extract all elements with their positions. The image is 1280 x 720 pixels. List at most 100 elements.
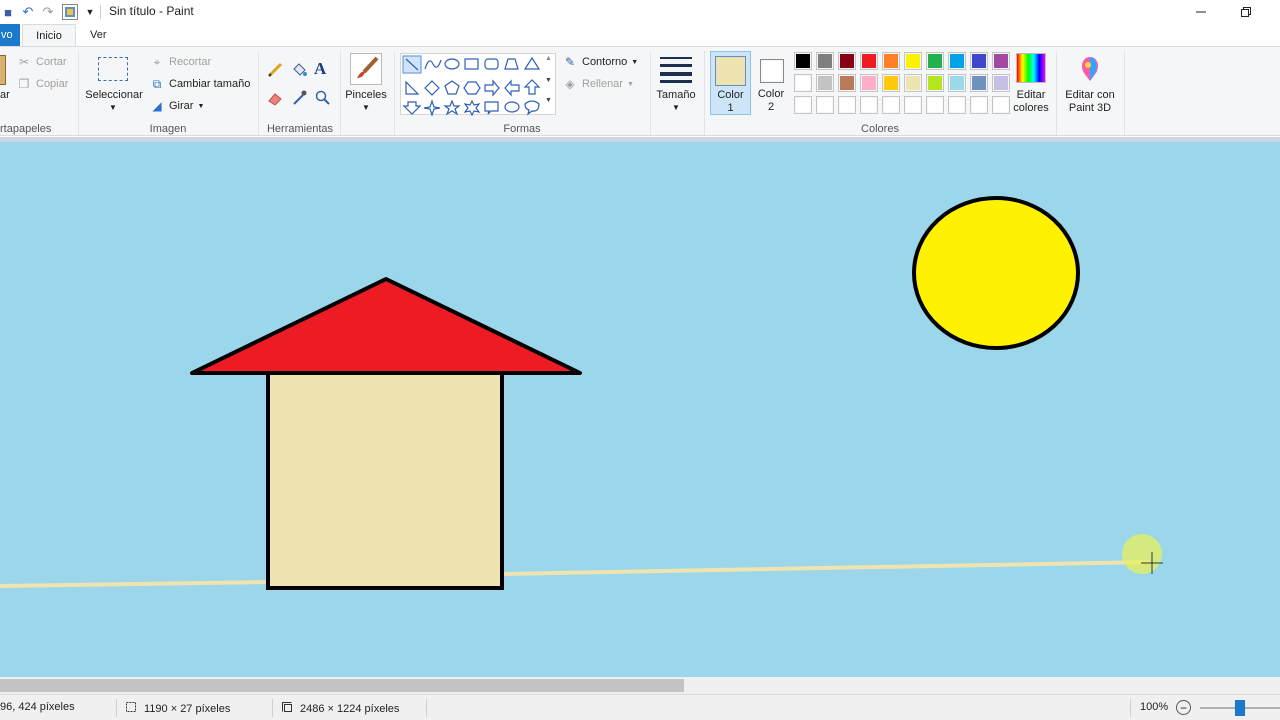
- palette-swatch[interactable]: [794, 74, 812, 92]
- palette-swatch[interactable]: [860, 74, 878, 92]
- scissors-icon: ✂: [18, 55, 30, 69]
- palette-swatch[interactable]: [882, 52, 900, 70]
- undo-icon[interactable]: ↶: [20, 4, 36, 20]
- horizontal-scrollbar[interactable]: [0, 677, 1280, 694]
- fill-bucket-icon[interactable]: [290, 61, 308, 82]
- paint3d-label-line2[interactable]: Paint 3D: [1060, 102, 1120, 115]
- magnifier-icon[interactable]: [314, 89, 332, 110]
- brushes-label[interactable]: Pinceles: [342, 89, 390, 102]
- palette-swatch[interactable]: [838, 74, 856, 92]
- status-bar: 96, 424 píxeles 1190 × 27 píxeles 2486 ×…: [0, 694, 1280, 720]
- edit-colors-label-line1[interactable]: Editar: [1006, 89, 1056, 102]
- palette-swatch[interactable]: [970, 96, 988, 114]
- edit-colors-label-line2[interactable]: colores: [1006, 102, 1056, 115]
- title-divider: [100, 5, 101, 19]
- color-picker-icon[interactable]: [290, 89, 308, 110]
- shapes-more-icon[interactable]: ▼: [545, 97, 552, 104]
- palette-swatch[interactable]: [816, 52, 834, 70]
- colors-group-label: Colores: [861, 123, 899, 135]
- copy-button[interactable]: ❐ Copiar: [16, 75, 69, 93]
- palette-swatch[interactable]: [838, 96, 856, 114]
- palette-swatch[interactable]: [838, 52, 856, 70]
- palette-swatch[interactable]: [948, 74, 966, 92]
- status-divider: [1130, 699, 1131, 717]
- resize-button[interactable]: ⧉ Cambiar tamaño: [149, 75, 251, 93]
- rotate-button[interactable]: ◢ Girar ▼: [149, 97, 204, 115]
- minimize-button[interactable]: [1186, 2, 1216, 22]
- paint3d-icon[interactable]: [1074, 53, 1106, 88]
- paste-label[interactable]: ar: [0, 89, 10, 102]
- text-tool-icon[interactable]: A: [314, 59, 326, 79]
- pencil-icon[interactable]: [266, 61, 284, 82]
- eraser-icon[interactable]: [266, 89, 284, 110]
- color1-fill: [717, 58, 744, 84]
- palette-swatch[interactable]: [794, 52, 812, 70]
- palette-swatch[interactable]: [948, 52, 966, 70]
- cut-button[interactable]: ✂ Cortar: [16, 53, 67, 71]
- palette-swatch[interactable]: [816, 96, 834, 114]
- status-divider: [116, 699, 117, 717]
- palette-swatch[interactable]: [882, 96, 900, 114]
- size-icon[interactable]: [660, 55, 692, 86]
- palette-swatch[interactable]: [926, 52, 944, 70]
- palette-swatch[interactable]: [904, 96, 922, 114]
- size-label[interactable]: Tamaño: [652, 89, 700, 102]
- title-bar: ■ ↶ ↷ ▼ Sin título - Paint: [0, 0, 1280, 24]
- palette-swatch-fill: [994, 54, 1008, 68]
- shapes-scroll-up-icon[interactable]: ▲: [545, 55, 552, 62]
- outline-button[interactable]: ✎ Contorno ▼: [562, 53, 638, 71]
- paint3d-label-line1[interactable]: Editar con: [1060, 89, 1120, 102]
- brushes-dropdown-icon[interactable]: ▼: [362, 103, 370, 112]
- size-dropdown-icon[interactable]: ▼: [672, 103, 680, 112]
- palette-swatch-fill: [928, 76, 942, 90]
- tab-view[interactable]: Ver: [82, 24, 115, 46]
- shapes-gallery-icons[interactable]: [401, 54, 557, 117]
- restore-button[interactable]: [1231, 2, 1261, 22]
- palette-swatch-fill: [884, 98, 898, 112]
- palette-swatch[interactable]: [860, 52, 878, 70]
- outline-icon: ✎: [564, 55, 576, 69]
- palette-swatch[interactable]: [970, 74, 988, 92]
- crop-button[interactable]: ⌖ Recortar: [149, 53, 212, 71]
- horizontal-scroll-thumb[interactable]: [0, 679, 684, 692]
- tab-home[interactable]: Inicio: [22, 24, 76, 46]
- color2-button[interactable]: Color 2: [753, 51, 789, 115]
- cursor-position-value: 96, 424 píxeles: [0, 701, 75, 713]
- group-separator: [394, 51, 395, 135]
- select-button[interactable]: Seleccionar: [84, 89, 144, 102]
- zoom-slider-thumb[interactable]: [1235, 700, 1245, 716]
- customize-icon[interactable]: [62, 4, 78, 20]
- palette-swatch[interactable]: [882, 74, 900, 92]
- cursor-position: 96, 424 píxeles: [0, 701, 75, 713]
- select-dropdown-icon[interactable]: ▼: [109, 103, 117, 112]
- palette-swatch[interactable]: [926, 74, 944, 92]
- palette-swatch-fill: [928, 98, 942, 112]
- paste-icon[interactable]: [0, 55, 6, 85]
- palette-swatch[interactable]: [948, 96, 966, 114]
- select-icon[interactable]: [98, 57, 128, 81]
- save-icon[interactable]: ■: [0, 4, 16, 20]
- edit-colors-icon[interactable]: [1016, 53, 1046, 83]
- palette-swatch-fill: [796, 54, 810, 68]
- quick-access-dropdown-icon[interactable]: ▼: [82, 4, 98, 20]
- palette-swatch[interactable]: [794, 96, 812, 114]
- palette-swatch[interactable]: [926, 96, 944, 114]
- color1-swatch: [715, 56, 746, 86]
- palette-swatch[interactable]: [904, 52, 922, 70]
- palette-swatch[interactable]: [970, 52, 988, 70]
- palette-swatch[interactable]: [816, 74, 834, 92]
- shapes-scroll-down-icon[interactable]: ▼: [545, 77, 552, 84]
- fill-button[interactable]: ◈ Rellenar ▼: [562, 75, 634, 93]
- zoom-out-icon[interactable]: −: [1176, 700, 1191, 715]
- palette-swatch[interactable]: [992, 52, 1010, 70]
- crop-icon: ⌖: [153, 55, 161, 69]
- brushes-icon[interactable]: [350, 53, 382, 85]
- drawing-canvas[interactable]: [0, 142, 1280, 677]
- palette-swatch[interactable]: [860, 96, 878, 114]
- group-separator: [704, 51, 705, 135]
- palette-swatch[interactable]: [904, 74, 922, 92]
- redo-icon[interactable]: ↷: [40, 4, 56, 20]
- color1-button[interactable]: Color 1: [710, 51, 751, 115]
- tab-file[interactable]: vo: [0, 24, 20, 46]
- image-group-label: Imagen: [149, 123, 187, 135]
